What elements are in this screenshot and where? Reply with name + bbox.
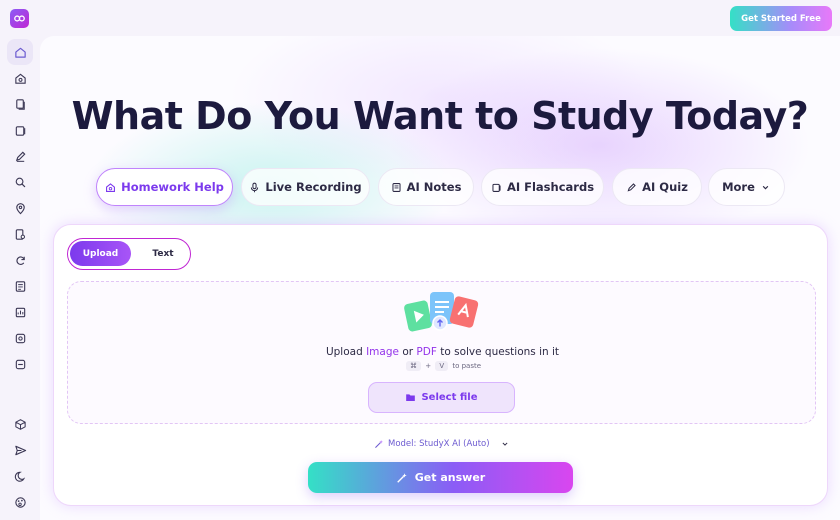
get-answer-button[interactable]: Get answer (308, 462, 573, 493)
sidebar-item-appearance[interactable] (7, 489, 33, 515)
tab-homework-help[interactable]: Homework Help (96, 168, 233, 206)
sidebar-item-quiz[interactable] (7, 325, 33, 351)
presentation-icon (15, 307, 25, 317)
flashcard-icon (492, 183, 501, 192)
upload-instructions: Upload Image or PDF to solve questions i… (68, 346, 817, 358)
get-started-button[interactable]: Get Started Free (730, 6, 832, 31)
notes-icon (15, 280, 25, 292)
sidebar-item-documents[interactable] (7, 91, 33, 117)
sidebar-item-paraphrase[interactable] (7, 247, 33, 273)
moon-icon (14, 471, 25, 482)
tab-label: More (722, 180, 755, 194)
box-3d-icon (14, 418, 26, 430)
camera-home-icon (106, 182, 116, 192)
tab-ai-notes[interactable]: AI Notes (378, 168, 474, 206)
or-text: or (402, 346, 414, 358)
sidebar-item-summaries[interactable] (7, 273, 33, 299)
tab-ai-quiz[interactable]: AI Quiz (612, 168, 702, 206)
file-types-illustration-icon (404, 292, 479, 332)
palette-icon (14, 496, 26, 508)
sidebar-item-ai-search[interactable] (7, 169, 33, 195)
sidebar-item-more[interactable] (7, 351, 33, 377)
app-logo[interactable] (10, 9, 29, 28)
main-panel: What Do You Want to Study Today? Homewor… (40, 36, 840, 520)
plus-sign: + (425, 362, 432, 370)
tab-ai-flashcards[interactable]: AI Flashcards (481, 168, 604, 206)
upload-dropzone[interactable]: Upload Image or PDF to solve questions i… (67, 281, 816, 424)
paste-hint: ⌘ + V to paste (68, 361, 817, 371)
tab-live-recording[interactable]: Live Recording (241, 168, 370, 206)
sidebar-item-notes[interactable] (7, 143, 33, 169)
get-answer-label: Get answer (414, 471, 486, 484)
pdf-link[interactable]: PDF (416, 346, 436, 358)
model-label: Model: StudyX AI (Auto) (388, 439, 490, 449)
sidebar-item-homework[interactable] (7, 65, 33, 91)
sidebar-item-home[interactable] (7, 39, 33, 65)
tab-label: AI Quiz (642, 180, 688, 194)
sidebar-item-flashcards[interactable] (7, 117, 33, 143)
input-mode-toggle: Upload Text (67, 238, 191, 270)
home-icon (14, 47, 26, 58)
refresh-icon (15, 255, 25, 265)
sidebar-item-file-search[interactable] (7, 221, 33, 247)
folder-icon (406, 394, 416, 402)
tab-label: AI Notes (406, 180, 462, 194)
upload-mode-button[interactable]: Upload (70, 241, 131, 266)
magic-wand-icon (375, 440, 383, 448)
flashcard-icon (15, 125, 25, 136)
homework-card: Upload Text Upload Image or PDF to solve… (53, 224, 828, 506)
chevron-down-icon (502, 442, 508, 446)
image-link[interactable]: Image (366, 346, 399, 358)
tab-label: Live Recording (265, 180, 362, 194)
document-copy-icon (15, 98, 25, 110)
page-title: What Do You Want to Study Today? (71, 94, 809, 138)
map-pin-icon (15, 202, 25, 214)
camera-home-icon (14, 73, 26, 84)
select-file-button[interactable]: Select file (368, 382, 515, 413)
magic-wand-icon (397, 472, 407, 483)
sidebar-item-feedback[interactable] (7, 437, 33, 463)
tab-label: Homework Help (121, 180, 224, 194)
send-icon (14, 445, 26, 455)
sidebar-item-explore[interactable] (7, 195, 33, 221)
sidebar-item-theme[interactable] (7, 463, 33, 489)
model-selector[interactable]: Model: StudyX AI (Auto) (374, 437, 514, 451)
quiz-icon (15, 333, 25, 343)
owl-logo-icon (14, 15, 25, 22)
microphone-icon (251, 182, 259, 192)
sidebar (0, 36, 40, 520)
text-mode-button[interactable]: Text (138, 241, 188, 266)
tab-more[interactable]: More (708, 168, 785, 206)
v-key: V (435, 361, 449, 371)
pen-edit-icon (15, 151, 25, 162)
select-file-label: Select file (421, 392, 478, 403)
tab-label: AI Flashcards (506, 180, 595, 194)
chevron-down-icon (762, 185, 769, 189)
pen-edit-icon (627, 182, 636, 191)
sidebar-item-extensions[interactable] (7, 411, 33, 437)
cmd-key: ⌘ (405, 361, 421, 371)
magic-search-icon (15, 177, 25, 187)
more-box-icon (15, 359, 25, 369)
upload-suffix: to solve questions in it (440, 346, 560, 358)
sidebar-item-slides[interactable] (7, 299, 33, 325)
file-search-icon (15, 228, 25, 240)
upload-prefix: Upload (325, 346, 363, 358)
paste-text: to paste (452, 362, 482, 370)
notes-icon (392, 182, 401, 192)
